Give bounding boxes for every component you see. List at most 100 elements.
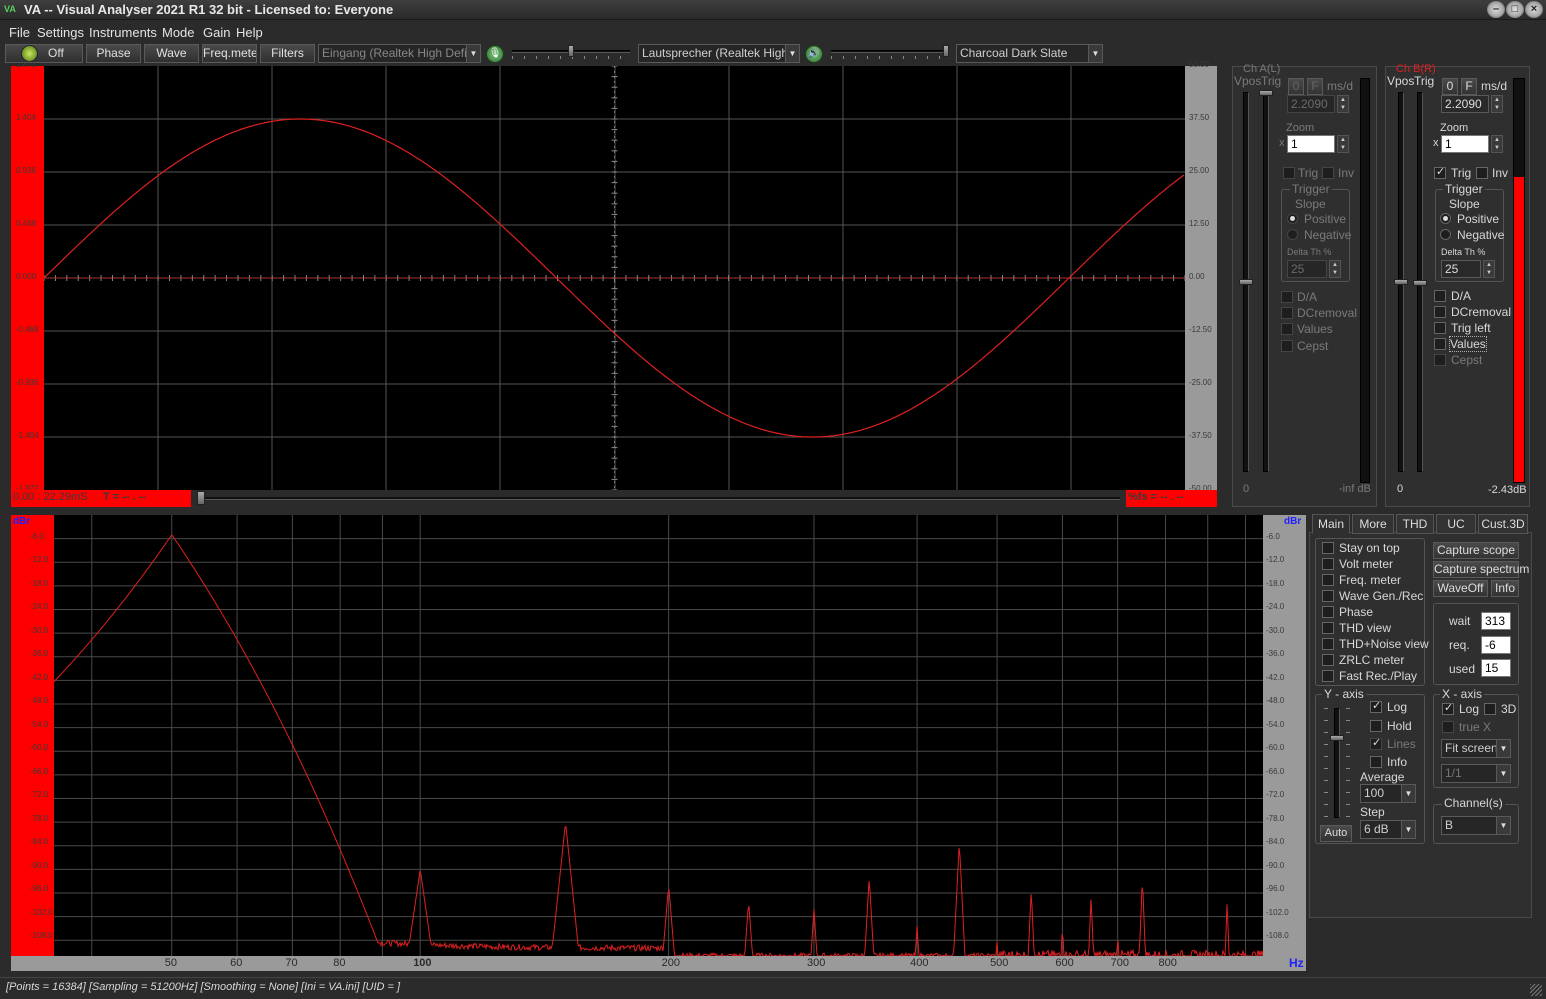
channel-a-negative-radio[interactable] bbox=[1287, 229, 1298, 240]
used-input[interactable]: 15 bbox=[1481, 659, 1511, 677]
channel-a-msd-input[interactable]: 2.2090 bbox=[1287, 95, 1335, 113]
channel-b-zoom-spinner[interactable]: ▲ ▼ bbox=[1491, 135, 1503, 153]
menu-instruments[interactable]: Instruments bbox=[89, 25, 157, 40]
step-select[interactable]: 6 dB ▼ bbox=[1360, 820, 1416, 839]
input-volume-thumb[interactable] bbox=[568, 45, 574, 57]
resize-grip-icon[interactable] bbox=[1530, 984, 1542, 996]
theme-select[interactable]: Charcoal Dark Slate ▼ bbox=[956, 44, 1103, 63]
menu-help[interactable]: Help bbox=[236, 25, 263, 40]
input-device-select[interactable]: Eingang (Realtek High Definiti ▼ bbox=[318, 44, 481, 63]
channel-b-delta-input[interactable]: 25 bbox=[1441, 260, 1481, 278]
channel-a-dcremoval-checkbox[interactable] bbox=[1281, 307, 1293, 319]
capture-scope-button[interactable]: Capture scope bbox=[1433, 542, 1519, 559]
waveoff-button[interactable]: WaveOff bbox=[1433, 580, 1488, 597]
tab-uc[interactable]: UC bbox=[1436, 514, 1476, 534]
channel-b-values-checkbox[interactable] bbox=[1434, 338, 1446, 350]
close-button[interactable]: × bbox=[1525, 1, 1543, 18]
spectrum-plot[interactable] bbox=[53, 515, 1264, 958]
x-truex-checkbox[interactable] bbox=[1442, 721, 1454, 733]
channel-b-trig-checkbox[interactable] bbox=[1434, 165, 1446, 179]
tab-cust3d[interactable]: Cust.3D bbox=[1478, 514, 1528, 534]
menu-mode[interactable]: Mode bbox=[162, 25, 195, 40]
channel-a-zero-button[interactable]: 0 bbox=[1288, 78, 1304, 95]
instrument-checkbox[interactable] bbox=[1322, 606, 1334, 618]
channels-select[interactable]: B ▼ bbox=[1441, 816, 1511, 835]
tab-thd[interactable]: THD bbox=[1396, 514, 1434, 534]
ratio-select[interactable]: 1/1 ▼ bbox=[1441, 764, 1511, 783]
fit-screen-select[interactable]: Fit screen ▼ bbox=[1441, 739, 1511, 758]
phase-button[interactable]: Phase bbox=[86, 44, 141, 63]
channel-b-da-checkbox[interactable] bbox=[1434, 290, 1446, 302]
auto-button[interactable]: Auto bbox=[1320, 825, 1352, 842]
y-axis-slider[interactable] bbox=[1334, 708, 1340, 818]
channel-b-vpos-thumb[interactable] bbox=[1394, 279, 1408, 285]
minimize-button[interactable]: – bbox=[1487, 1, 1505, 18]
y-hold-checkbox[interactable] bbox=[1370, 720, 1382, 732]
channel-b-delta-spinner[interactable]: ▲ ▼ bbox=[1483, 260, 1495, 278]
channel-b-dcremoval-checkbox[interactable] bbox=[1434, 306, 1446, 318]
channel-a-da-checkbox[interactable] bbox=[1281, 291, 1293, 303]
average-select[interactable]: 100 ▼ bbox=[1360, 784, 1416, 803]
x-log-checkbox[interactable] bbox=[1442, 701, 1454, 715]
channel-b-trig-thumb[interactable] bbox=[1413, 280, 1427, 286]
microphone-icon[interactable]: 🎙 bbox=[486, 45, 504, 63]
output-device-select[interactable]: Lautsprecher (Realtek High D ▼ bbox=[638, 44, 800, 63]
channel-b-msd-input[interactable]: 2.2090 bbox=[1441, 95, 1489, 113]
channel-b-f-button[interactable]: F bbox=[1461, 78, 1477, 95]
y-axis-slider-thumb[interactable] bbox=[1330, 735, 1344, 741]
channel-a-positive-radio[interactable] bbox=[1287, 213, 1298, 224]
instrument-checkbox[interactable] bbox=[1322, 574, 1334, 586]
x-3d-checkbox[interactable] bbox=[1484, 703, 1496, 715]
menu-settings[interactable]: Settings bbox=[37, 25, 84, 40]
channel-b-zero-button[interactable]: 0 bbox=[1442, 78, 1458, 95]
wait-input[interactable]: 313 bbox=[1481, 612, 1511, 630]
info-button[interactable]: Info bbox=[1491, 580, 1519, 597]
tab-main[interactable]: Main bbox=[1312, 514, 1350, 534]
channel-a-delta-spinner[interactable]: ▲ ▼ bbox=[1329, 260, 1341, 278]
y-log-checkbox[interactable] bbox=[1370, 699, 1382, 713]
wave-button[interactable]: Wave bbox=[144, 44, 199, 63]
output-volume-slider[interactable] bbox=[831, 45, 949, 61]
y-lines-checkbox[interactable] bbox=[1370, 736, 1382, 750]
instrument-checkbox[interactable] bbox=[1322, 670, 1334, 682]
freqmeter-button[interactable]: Freq.meter bbox=[202, 44, 257, 63]
menu-gain[interactable]: Gain bbox=[203, 25, 230, 40]
instrument-checkbox[interactable] bbox=[1322, 654, 1334, 666]
channel-b-negative-radio[interactable] bbox=[1440, 229, 1451, 240]
channel-a-trig-thumb[interactable] bbox=[1259, 90, 1273, 96]
channel-b-inv-checkbox[interactable] bbox=[1476, 167, 1488, 179]
y-info-checkbox[interactable] bbox=[1370, 756, 1382, 768]
menu-file[interactable]: File bbox=[9, 25, 30, 40]
speaker-icon[interactable]: 🔊 bbox=[805, 45, 823, 63]
channel-a-zoom-spinner[interactable]: ▲ ▼ bbox=[1337, 135, 1349, 153]
oscilloscope-plot[interactable] bbox=[43, 65, 1186, 491]
channel-a-trig-checkbox[interactable] bbox=[1283, 167, 1295, 179]
channel-a-msd-spinner[interactable]: ▲ ▼ bbox=[1337, 95, 1349, 113]
output-volume-thumb[interactable] bbox=[943, 45, 949, 57]
channel-b-positive-radio[interactable] bbox=[1440, 213, 1451, 224]
instrument-checkbox[interactable] bbox=[1322, 622, 1334, 634]
channel-b-zoom-input[interactable]: 1 bbox=[1441, 135, 1489, 153]
channel-a-vpos-thumb[interactable] bbox=[1239, 279, 1253, 285]
channel-b-msd-spinner[interactable]: ▲ ▼ bbox=[1491, 95, 1503, 113]
filters-button[interactable]: Filters bbox=[260, 44, 315, 63]
channel-a-values-checkbox[interactable] bbox=[1281, 323, 1293, 335]
time-scroll-thumb[interactable] bbox=[197, 491, 205, 505]
channel-a-zoom-input[interactable]: 1 bbox=[1287, 135, 1335, 153]
capture-spectrum-button[interactable]: Capture spectrum bbox=[1433, 561, 1529, 578]
instrument-checkbox[interactable] bbox=[1322, 558, 1334, 570]
time-scroll-bar[interactable] bbox=[191, 490, 1126, 507]
input-volume-slider[interactable] bbox=[512, 45, 630, 61]
req-input[interactable]: -6 bbox=[1481, 636, 1511, 654]
channel-a-cepst-checkbox[interactable] bbox=[1281, 340, 1293, 352]
channel-a-inv-checkbox[interactable] bbox=[1322, 167, 1334, 179]
tab-more[interactable]: More bbox=[1352, 514, 1394, 534]
instrument-checkbox[interactable] bbox=[1322, 638, 1334, 650]
channel-b-cepst-checkbox[interactable] bbox=[1434, 354, 1446, 366]
maximize-button[interactable]: □ bbox=[1506, 1, 1524, 18]
instrument-checkbox[interactable] bbox=[1322, 590, 1334, 602]
channel-a-trig-slider[interactable] bbox=[1263, 92, 1269, 472]
channel-b-trigleft-checkbox[interactable] bbox=[1434, 322, 1446, 334]
channel-a-delta-input[interactable]: 25 bbox=[1287, 260, 1327, 278]
channel-a-f-button[interactable]: F bbox=[1307, 78, 1323, 95]
